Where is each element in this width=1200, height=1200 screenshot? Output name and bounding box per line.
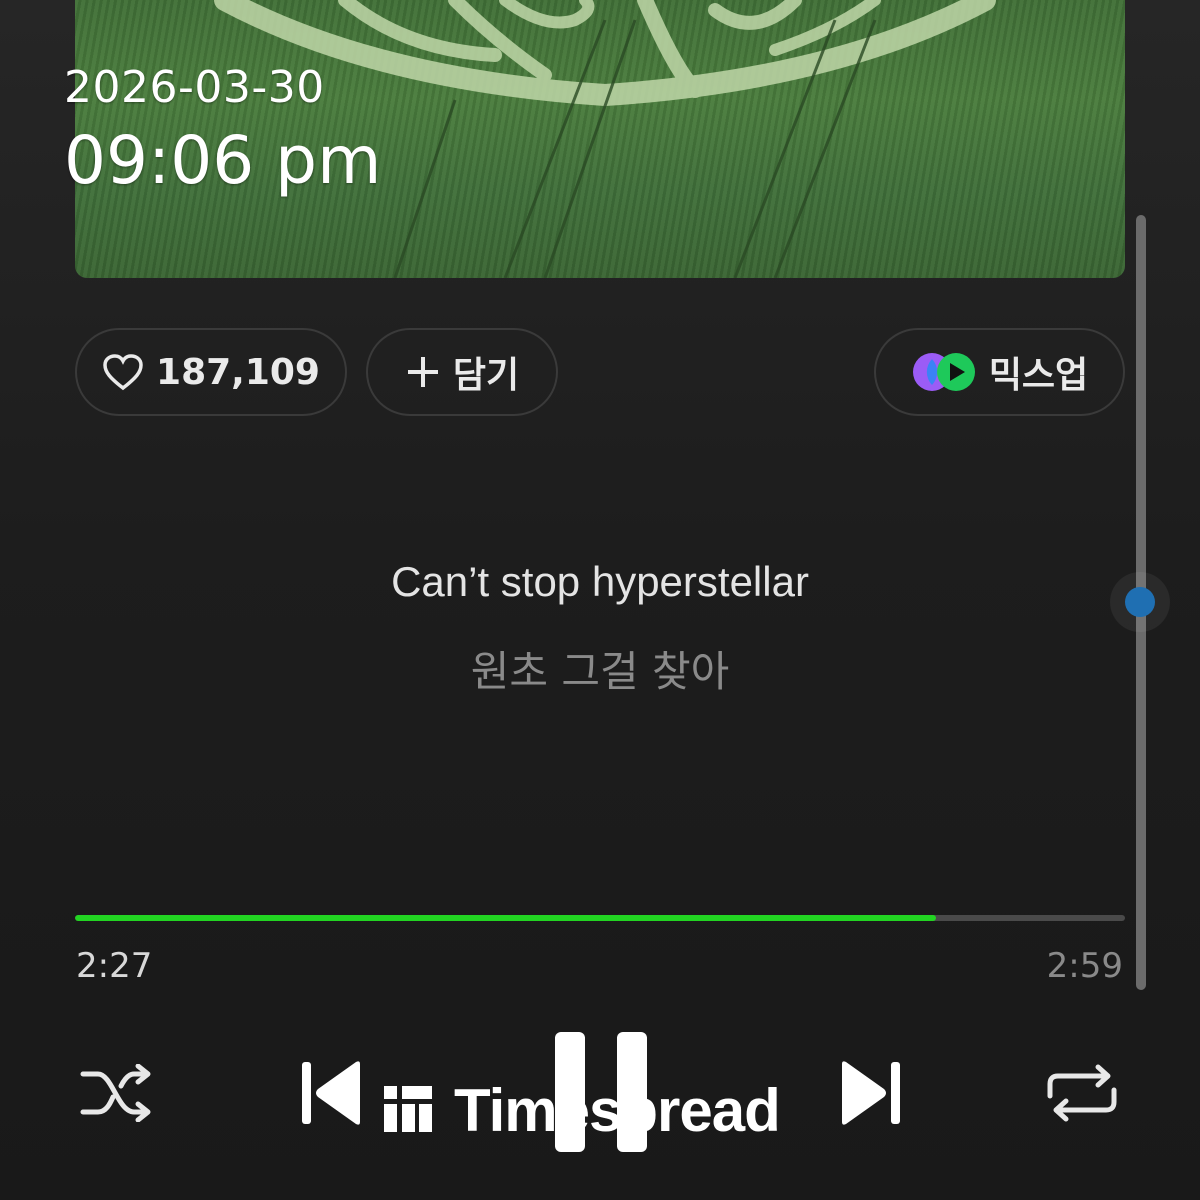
elapsed-time: 2:27 [76, 946, 153, 986]
shuffle-icon[interactable] [80, 1064, 154, 1122]
next-lyric[interactable]: 원초 그걸 찾아 [0, 638, 1200, 699]
mixup-icon [911, 351, 977, 393]
like-count: 187,109 [156, 351, 320, 393]
scrollbar-thumb[interactable] [1110, 572, 1170, 632]
like-button[interactable]: 187,109 [75, 328, 347, 416]
add-label: 담기 [452, 355, 520, 396]
next-icon[interactable] [836, 1058, 902, 1128]
repeat-icon[interactable] [1046, 1062, 1118, 1124]
overlay-time: 09:06 pm [64, 122, 382, 199]
watermark-text: Timespread [454, 1077, 781, 1144]
progress-bar[interactable] [75, 915, 1125, 921]
progress-fill [75, 915, 936, 921]
overlay-date: 2026-03-30 [64, 62, 325, 113]
timespread-logo-icon [384, 1084, 434, 1138]
current-lyric[interactable]: Can’t stop hyperstellar [0, 558, 1200, 606]
watermark: Timespread [384, 1076, 781, 1145]
total-duration: 2:59 [1046, 946, 1123, 986]
add-to-playlist-button[interactable]: 담기 [366, 328, 558, 416]
heart-icon [102, 353, 144, 391]
mixup-button[interactable]: 믹스업 [874, 328, 1125, 416]
mixup-label: 믹스업 [988, 355, 1089, 396]
plus-icon [405, 354, 441, 390]
previous-icon[interactable] [300, 1058, 366, 1128]
